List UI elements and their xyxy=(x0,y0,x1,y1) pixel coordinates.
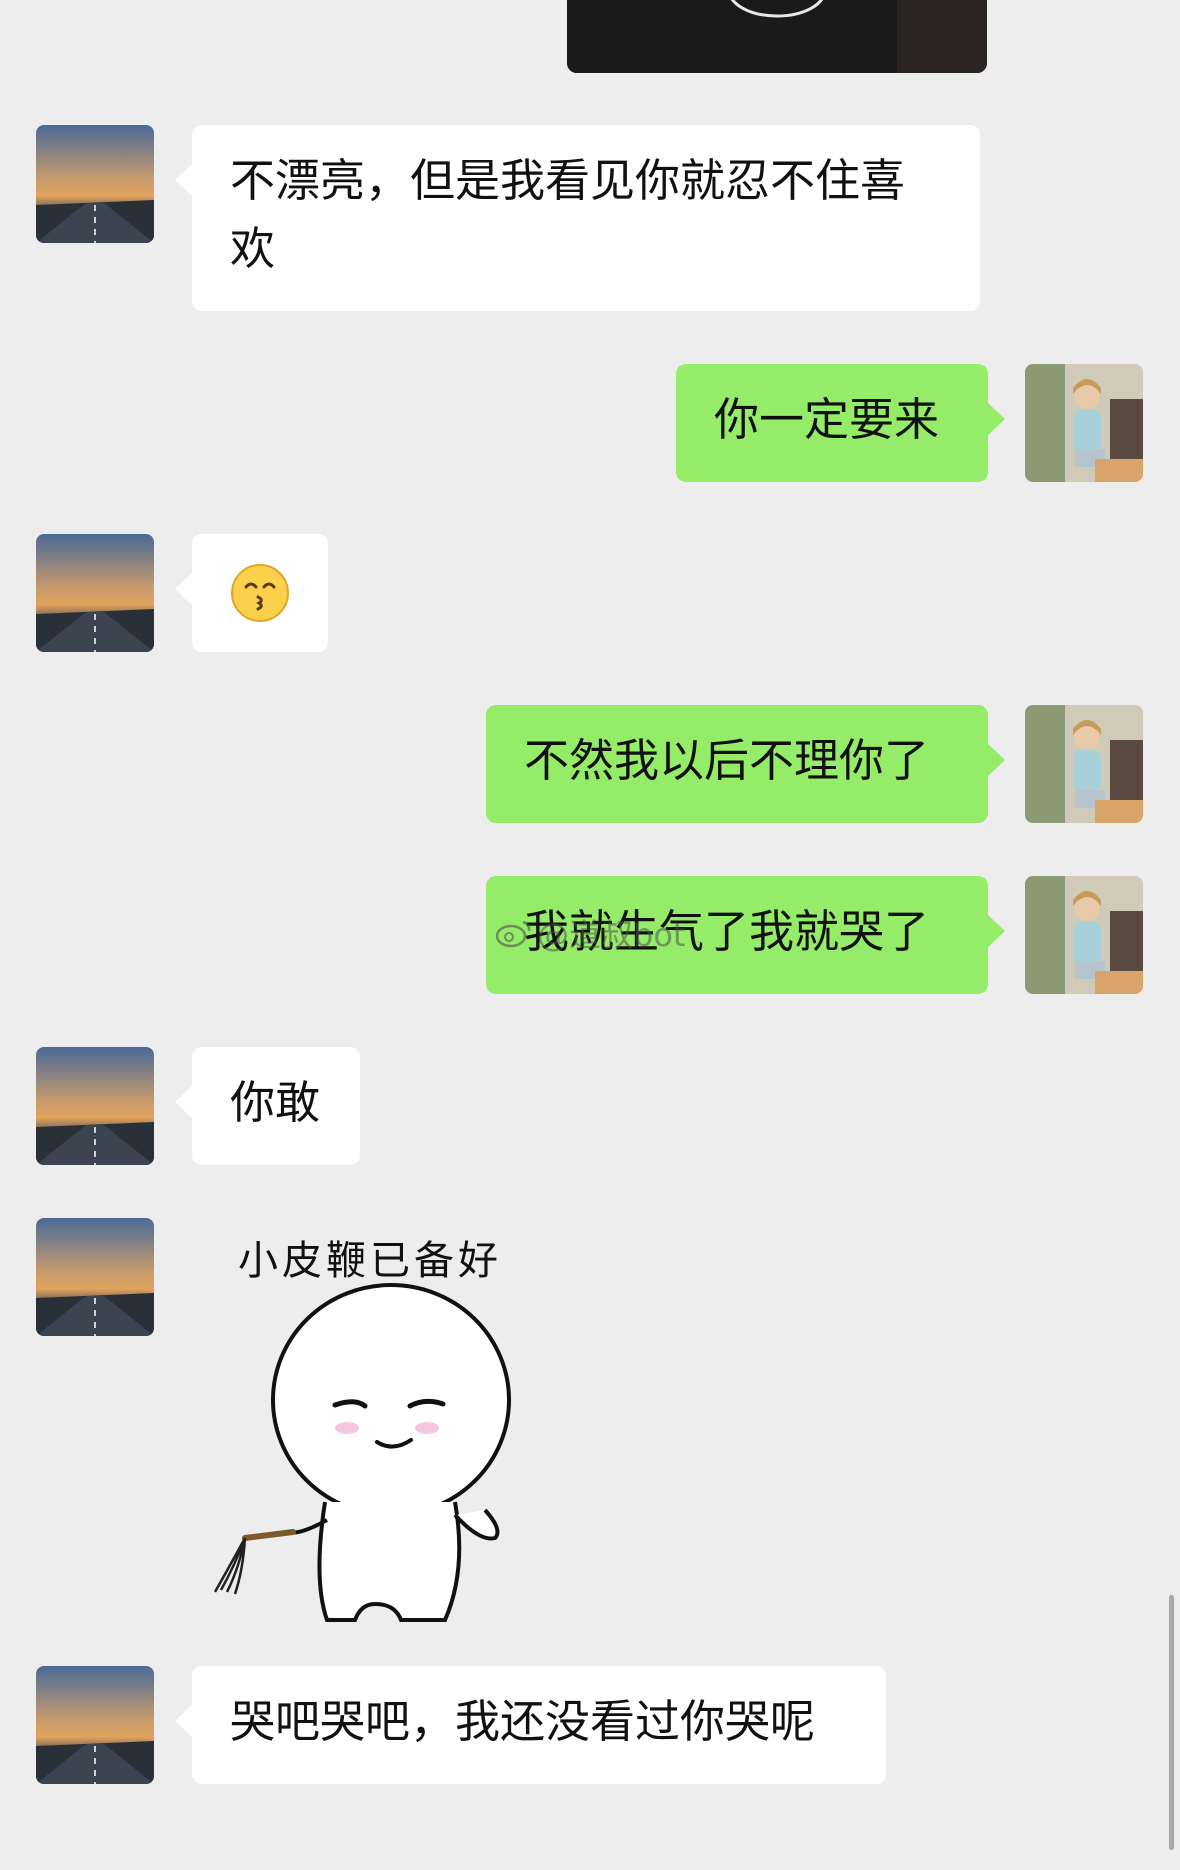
watermark-text: @道叔bot xyxy=(537,916,686,954)
message-bubble-incoming[interactable]: 你敢 xyxy=(175,1047,360,1165)
message-text: 你一定要来 xyxy=(714,393,940,446)
user-avatar[interactable] xyxy=(1025,705,1143,823)
message-bubble-incoming[interactable] xyxy=(175,534,328,652)
message-text: 哭吧哭吧，我还没看过你哭呢 xyxy=(230,1695,816,1748)
image-message-partial[interactable] xyxy=(567,0,987,73)
message-bubble-incoming[interactable]: 哭吧哭吧，我还没看过你哭呢 xyxy=(175,1666,886,1784)
contact-avatar[interactable] xyxy=(36,534,154,652)
message-bubble-incoming[interactable]: 不漂亮，但是我看见你就忍不住喜欢 xyxy=(175,125,980,311)
scrollbar[interactable] xyxy=(1169,1595,1174,1850)
message-text: 不然我以后不理你了 xyxy=(524,734,930,787)
user-avatar[interactable] xyxy=(1025,876,1143,994)
message-text: 不漂亮，但是我看见你就忍不住喜欢 xyxy=(230,154,906,275)
user-avatar[interactable] xyxy=(1025,364,1143,482)
sticker-message[interactable] xyxy=(205,1220,565,1640)
contact-avatar[interactable] xyxy=(36,1218,154,1336)
message-text: 你敢 xyxy=(230,1076,321,1129)
contact-avatar[interactable] xyxy=(36,1047,154,1165)
weibo-icon xyxy=(495,920,531,948)
kissing-face-icon xyxy=(231,564,289,622)
message-bubble-outgoing[interactable]: 你一定要来 xyxy=(676,364,1005,482)
message-bubble-outgoing[interactable]: 不然我以后不理你了 xyxy=(486,705,1005,823)
contact-avatar[interactable] xyxy=(36,125,154,243)
watermark: @道叔bot xyxy=(495,910,685,956)
contact-avatar[interactable] xyxy=(36,1666,154,1784)
